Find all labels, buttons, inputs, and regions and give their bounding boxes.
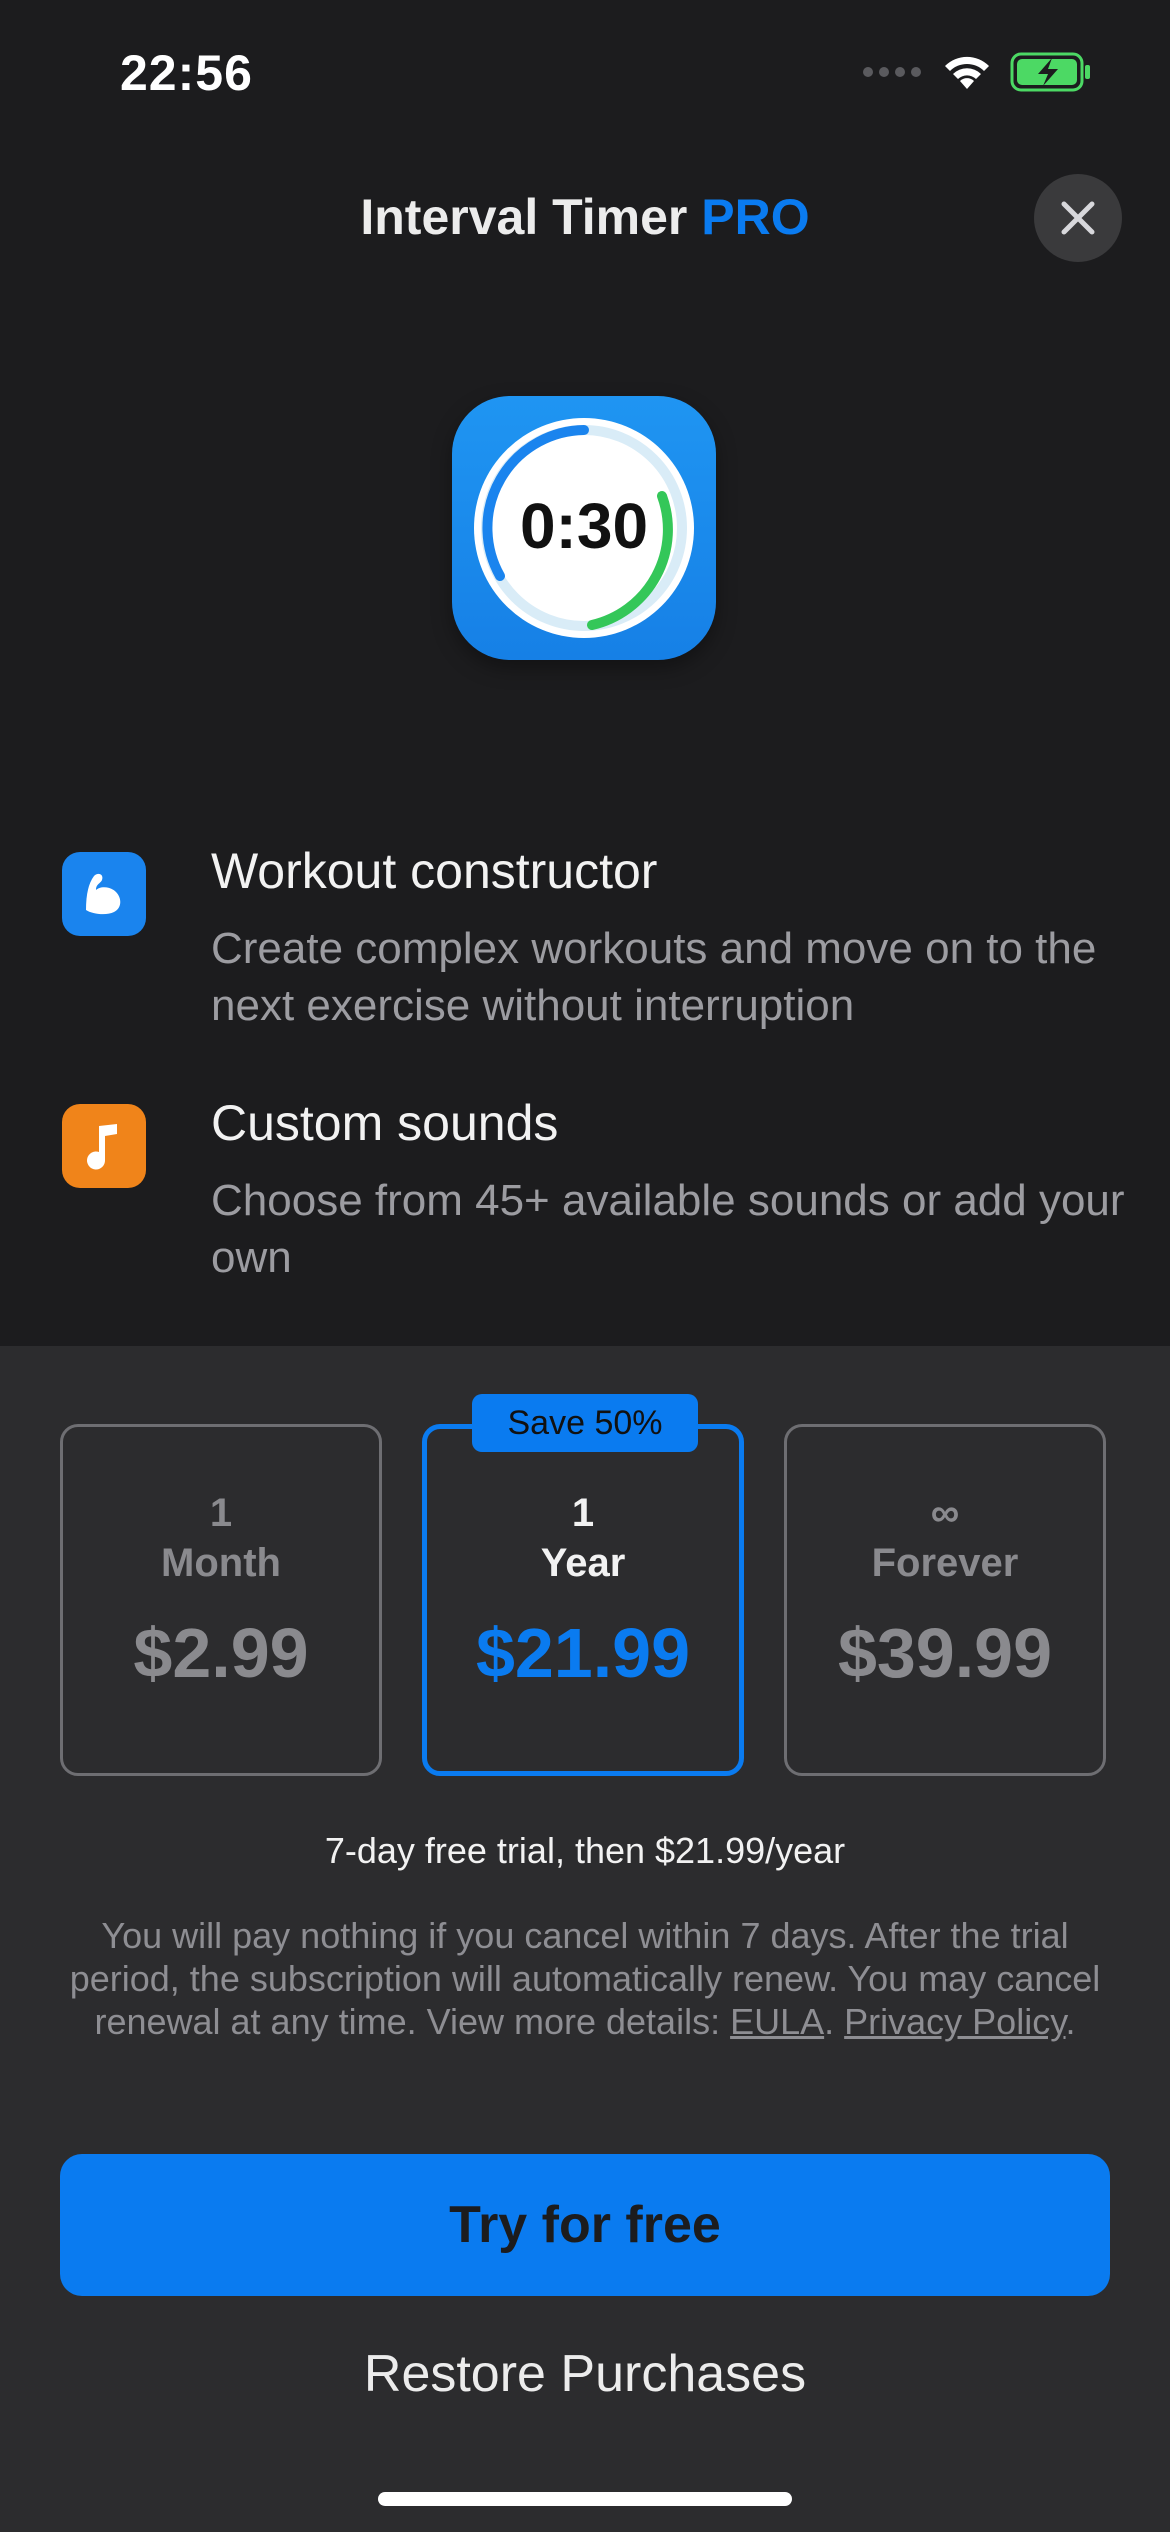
plan-number: 1: [209, 1491, 233, 1535]
plan-unit: Month: [161, 1541, 281, 1585]
plan-price: $39.99: [837, 1614, 1053, 1692]
timer-text: 0:30: [520, 490, 648, 562]
close-button[interactable]: [1034, 174, 1122, 262]
plan-unit: Year: [540, 1541, 626, 1585]
app-icon: 0:30: [452, 396, 716, 660]
paywall-title: Interval Timer PRO: [0, 188, 1170, 246]
trial-text: 7-day free trial, then $21.99/year: [324, 1830, 846, 1871]
status-time: 22:56: [120, 45, 253, 101]
battery-charging-icon: [1010, 52, 1090, 92]
timer-dial-icon: 0:30: [474, 418, 694, 638]
feature-title: Workout constructor: [211, 843, 658, 899]
feature-description: Create complex workouts and move on to t…: [211, 924, 1097, 1030]
plan-price: $2.99: [133, 1614, 309, 1692]
cellular-signal-icon: [863, 67, 921, 77]
feature-title: Custom sounds: [211, 1095, 559, 1151]
wifi-icon: [945, 56, 989, 89]
privacy-policy-link[interactable]: Privacy Policy: [844, 2001, 1065, 2042]
title-text: Interval Timer: [360, 189, 688, 245]
close-icon: [1061, 201, 1095, 235]
plan-price: $21.99: [475, 1614, 691, 1692]
plan-option-month[interactable]: 1 Month $2.99: [60, 1424, 382, 1776]
plan-unit: Forever: [871, 1541, 1019, 1585]
legal-separator: .: [824, 2001, 845, 2042]
muscle-icon: [86, 873, 121, 915]
restore-purchases-button[interactable]: Restore Purchases: [0, 2344, 1170, 2404]
pro-label: PRO: [701, 189, 810, 245]
eula-link[interactable]: EULA: [730, 2001, 824, 2042]
feature-description: Choose from 45+ available sounds or add …: [211, 1176, 1125, 1282]
plan-option-year[interactable]: 1 Year $21.99: [422, 1424, 744, 1776]
legal-end: .: [1065, 2001, 1076, 2042]
plan-number: ∞: [930, 1491, 960, 1535]
legal-text: You will pay nothing if you cancel withi…: [60, 1914, 1110, 2043]
music-note-icon: [87, 1124, 117, 1170]
feature-icon-sounds: [62, 1104, 146, 1188]
home-indicator: [378, 2492, 792, 2506]
try-for-free-button[interactable]: Try for free: [60, 2154, 1110, 2296]
feature-icon-workout: [62, 852, 146, 936]
plan-number: 1: [571, 1491, 595, 1535]
status-icons: [862, 52, 1092, 92]
save-badge: Save 50%: [472, 1394, 698, 1452]
plan-option-forever[interactable]: ∞ Forever $39.99: [784, 1424, 1106, 1776]
